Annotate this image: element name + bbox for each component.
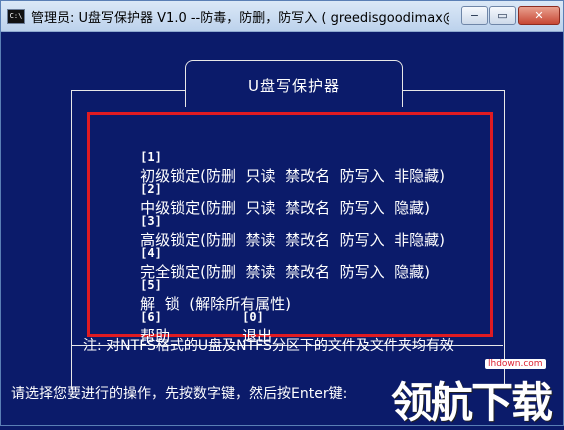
maximize-button[interactable]: ▭ <box>489 6 516 25</box>
ntfs-note: 注: 对NTFS格式的U盘及NTFS分区下的文件及文件夹均有效 <box>83 338 454 354</box>
console-window: C:\ 管理员: U盘写保护器 V1.0 --防毒，防删，防写入 ( greed… <box>0 0 564 427</box>
program-title: U盘写保护器 <box>248 77 340 95</box>
site-watermark: 领航下载 lhdown.com <box>383 359 561 427</box>
window-title: 管理员: U盘写保护器 V1.0 --防毒，防删，防写入 ( greedisgo… <box>31 11 449 26</box>
close-button[interactable]: ✕ <box>518 6 560 25</box>
title-bar[interactable]: C:\ 管理员: U盘写保护器 V1.0 --防毒，防删，防写入 ( greed… <box>1 1 563 32</box>
watermark-logo-text: 领航下载 <box>391 378 553 427</box>
menu-item-number: [6] <box>140 310 162 324</box>
minimize-button[interactable]: − <box>461 6 488 25</box>
console-app-icon[interactable]: C:\ <box>7 9 25 24</box>
menu-highlight-frame: [1] 初级锁定(防删 只读 禁改名 防写入 非隐藏) [2] 中级锁定(防删 … <box>87 112 493 345</box>
input-prompt: 请选择您要进行的操作，先按数字键，然后按Enter键: <box>11 386 348 402</box>
menu-item-number: [0] <box>242 310 264 324</box>
watermark-url: lhdown.com <box>485 359 546 369</box>
title-tab-frame: U盘写保护器 <box>185 60 403 107</box>
